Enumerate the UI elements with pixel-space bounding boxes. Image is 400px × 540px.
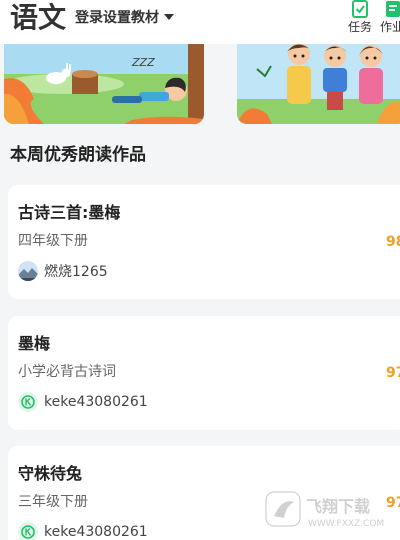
- avatar-logo: [18, 392, 38, 412]
- banner-singing-children[interactable]: [237, 44, 400, 124]
- banner-zzz: ZZZ: [131, 56, 155, 69]
- watermark-logo: 飞翔下载 WWW.FXXZ.COM: [265, 491, 384, 529]
- work-subtitle: 小学必背古诗词: [18, 364, 116, 380]
- work-author[interactable]: keke43080261: [18, 392, 148, 412]
- work-title: 墨梅: [18, 334, 51, 353]
- caret-down-icon: [164, 14, 174, 20]
- work-card[interactable]: 古诗三首:墨梅 四年级下册 燃烧1265 98: [8, 185, 400, 299]
- work-card[interactable]: 墨梅 小学必背古诗词 keke43080261 97: [8, 316, 400, 430]
- subject-title[interactable]: 语文: [10, 0, 66, 36]
- homework-label: 作业: [379, 20, 400, 34]
- homework-icon: [386, 1, 400, 17]
- work-score: 97: [386, 365, 400, 381]
- banner-illustration: ZZZ: [4, 44, 204, 124]
- task-icon: [352, 0, 368, 18]
- avatar-logo: [18, 522, 38, 540]
- section-title: 本周优秀朗读作品: [10, 145, 146, 165]
- banner-illustration-2: [237, 44, 400, 124]
- textbook-setting-label: 登录设置教材: [75, 10, 159, 26]
- watermark-url: WWW.FXXZ.COM: [308, 519, 384, 529]
- work-subtitle: 三年级下册: [18, 494, 88, 510]
- textbook-setting-dropdown[interactable]: 登录设置教材: [75, 6, 174, 28]
- work-author[interactable]: 燃烧1265: [18, 261, 108, 281]
- work-subtitle: 四年级下册: [18, 233, 88, 249]
- homework-button[interactable]: 作业: [372, 0, 400, 40]
- work-author[interactable]: keke43080261: [18, 522, 148, 540]
- work-title: 守株待兔: [18, 464, 83, 483]
- banner-sleeping-boy[interactable]: ZZZ: [4, 44, 204, 124]
- author-name: keke43080261: [44, 524, 148, 540]
- avatar-landscape: [18, 261, 38, 281]
- author-name: 燃烧1265: [44, 264, 108, 280]
- app-header: 语文 登录设置教材 任务 作业: [0, 0, 400, 44]
- work-score: 98: [386, 234, 400, 250]
- work-title: 古诗三首:墨梅: [18, 203, 121, 222]
- author-name: keke43080261: [44, 394, 148, 410]
- watermark-brand: 飞翔下载: [306, 497, 370, 516]
